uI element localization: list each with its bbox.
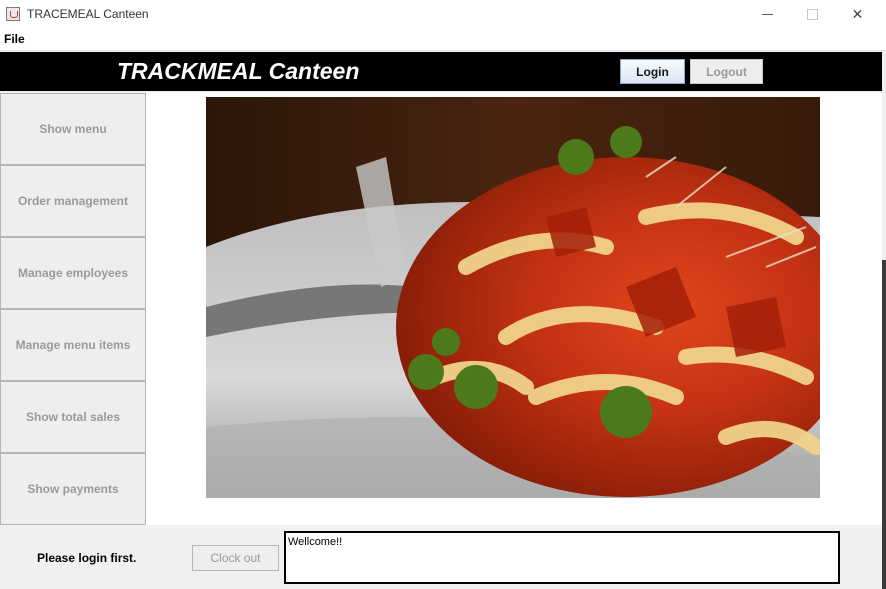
sidebar-item-manage-employees[interactable]: Manage employees bbox=[0, 237, 146, 309]
maximize-button[interactable] bbox=[790, 0, 835, 28]
login-button[interactable]: Login bbox=[620, 59, 685, 84]
logout-button[interactable]: Logout bbox=[690, 59, 763, 84]
sidebar: Show menu Order management Manage employ… bbox=[0, 93, 146, 525]
welcome-message-box[interactable]: Wellcome!! bbox=[284, 531, 840, 584]
java-app-icon bbox=[6, 7, 20, 21]
close-icon: ✕ bbox=[851, 5, 864, 22]
brand-title: TRACKMEAL Canteen bbox=[117, 58, 360, 84]
clock-out-button[interactable]: Clock out bbox=[192, 545, 279, 571]
minimize-icon bbox=[762, 13, 773, 15]
menu-bar: File bbox=[0, 28, 886, 51]
window-edge bbox=[882, 260, 886, 589]
menu-file[interactable]: File bbox=[4, 32, 25, 46]
sidebar-item-show-total-sales[interactable]: Show total sales bbox=[0, 381, 146, 453]
minimize-button[interactable] bbox=[745, 0, 790, 28]
header-bar: TRACKMEAL Canteen Login Logout bbox=[0, 52, 882, 91]
status-text: Please login first. bbox=[37, 551, 137, 565]
title-bar: TRACEMEAL Canteen ✕ bbox=[0, 0, 886, 28]
sidebar-item-show-payments[interactable]: Show payments bbox=[0, 453, 146, 525]
maximize-icon bbox=[807, 8, 818, 20]
window-title: TRACEMEAL Canteen bbox=[27, 7, 149, 21]
close-button[interactable]: ✕ bbox=[835, 0, 880, 28]
sidebar-item-order-management[interactable]: Order management bbox=[0, 165, 146, 237]
pasta-dish-photo bbox=[206, 97, 820, 498]
sidebar-item-show-menu[interactable]: Show menu bbox=[0, 93, 146, 165]
sidebar-item-manage-menu-items[interactable]: Manage menu items bbox=[0, 309, 146, 381]
